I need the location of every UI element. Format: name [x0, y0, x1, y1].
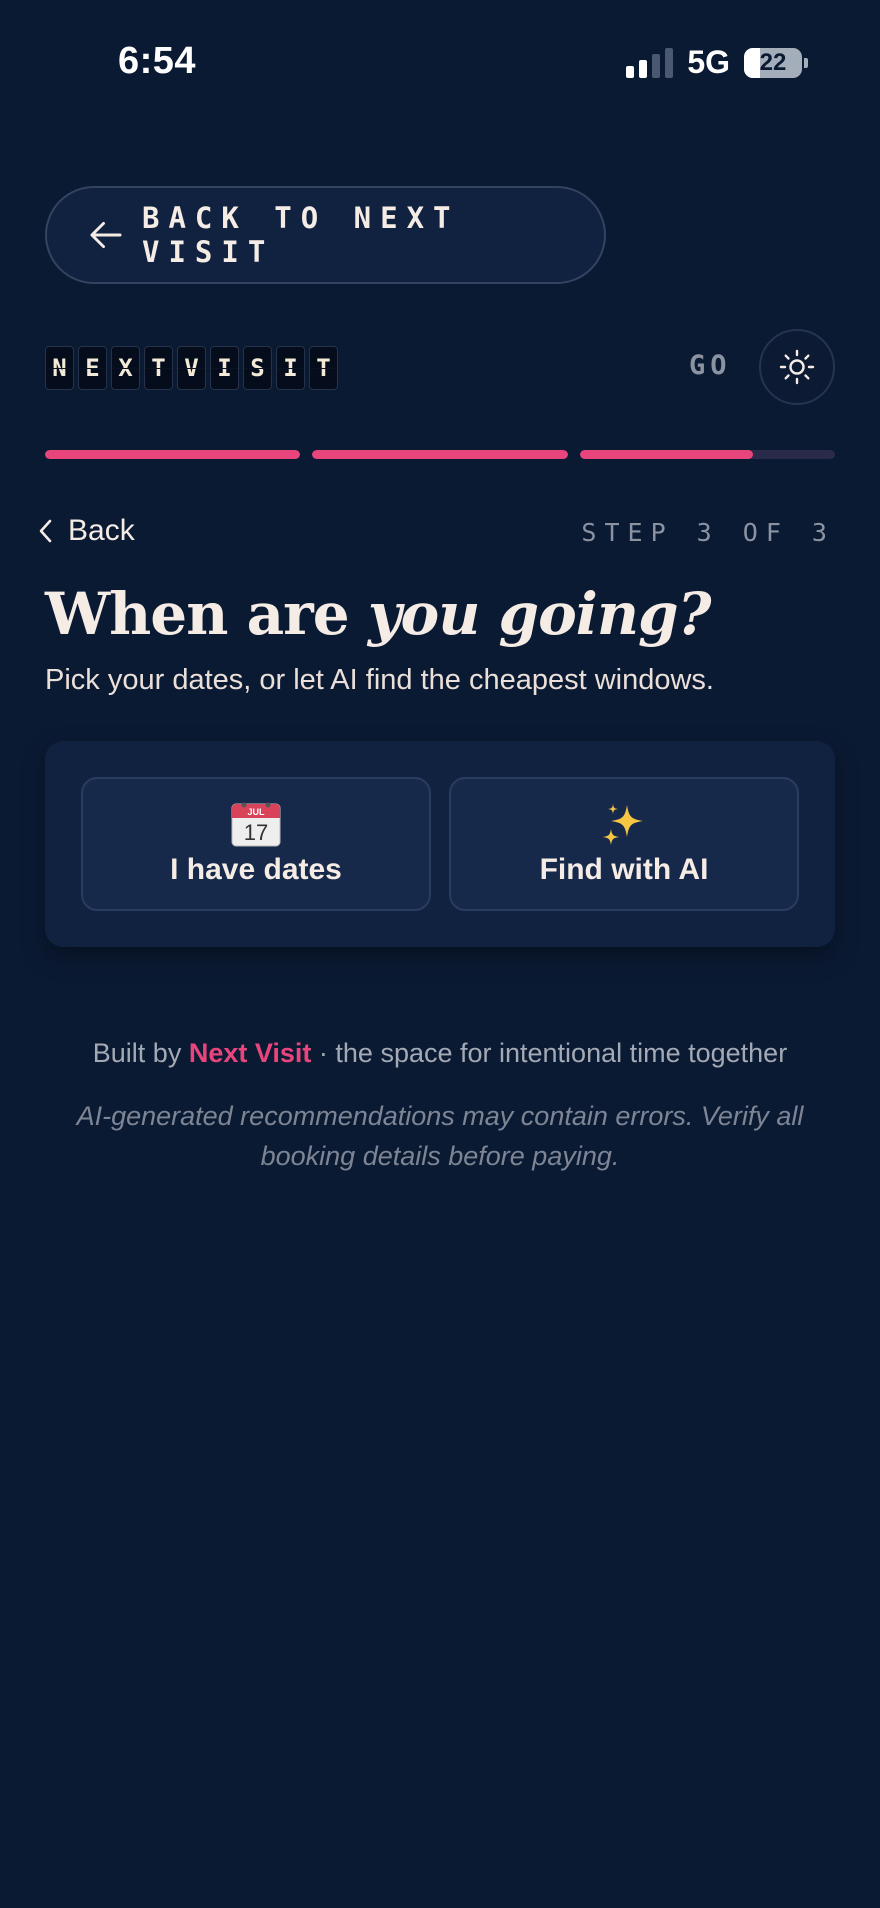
page-title: When are you going?	[45, 580, 712, 648]
progress-segment	[45, 450, 301, 459]
footer-credit: Built by Next Visit · the space for inte…	[0, 1038, 880, 1069]
logo-letter: I	[276, 346, 305, 390]
progress-bar	[45, 450, 835, 459]
logo-letter: N	[45, 346, 74, 390]
nextvisit-logo: N E X T V I S I T	[45, 346, 338, 390]
back-label: Back	[68, 514, 135, 547]
network-type: 5G	[687, 44, 730, 80]
date-options-card: JUL 17 I have dates Find with AI	[45, 741, 835, 947]
logo-letter: T	[144, 346, 173, 390]
find-with-ai-label: Find with AI	[539, 853, 709, 886]
logo-letter: S	[243, 346, 272, 390]
status-indicators: 5G 22	[626, 44, 808, 81]
step-indicator: STEP 3 OF 3	[581, 518, 835, 547]
progress-segment	[312, 450, 568, 459]
calendar-day: 17	[244, 820, 268, 845]
progress-segment	[579, 450, 835, 459]
footer-prefix: Built by	[92, 1038, 182, 1068]
logo-letter: I	[210, 346, 239, 390]
page-subtitle: Pick your dates, or let AI find the chea…	[45, 664, 714, 696]
find-with-ai-button[interactable]: Find with AI	[449, 777, 799, 911]
status-time: 6:54	[118, 40, 197, 82]
back-button[interactable]: Back	[38, 514, 135, 548]
i-have-dates-label: I have dates	[170, 853, 342, 886]
theme-toggle-button[interactable]	[759, 329, 835, 405]
logo-letter: T	[309, 346, 338, 390]
page-title-plain: When are	[45, 580, 350, 648]
footer-suffix: · the space for intentional time togethe…	[318, 1038, 788, 1068]
page-title-italic: you going?	[367, 580, 712, 648]
sparkles-icon	[603, 804, 643, 845]
screen: 6:54 5G 22 BACK TO NEXT VISIT N E X T V …	[0, 0, 880, 1908]
calendar-month: JUL	[247, 807, 265, 817]
signal-icon	[626, 47, 674, 78]
battery-level: 22	[759, 48, 787, 76]
i-have-dates-button[interactable]: JUL 17 I have dates	[81, 777, 431, 911]
footer-brand-link[interactable]: Next Visit	[189, 1038, 312, 1068]
logo-letter: X	[111, 346, 140, 390]
chevron-left-icon	[39, 519, 52, 543]
battery-icon: 22	[744, 47, 808, 78]
go-link[interactable]: GO	[689, 350, 732, 381]
logo-letter: V	[177, 346, 206, 390]
back-to-next-visit-button[interactable]: BACK TO NEXT VISIT	[45, 186, 606, 284]
sun-icon	[779, 349, 815, 385]
back-to-next-visit-label: BACK TO NEXT VISIT	[141, 201, 460, 269]
arrow-left-icon	[90, 221, 122, 249]
calendar-icon: JUL 17	[231, 802, 281, 847]
ai-disclaimer: AI-generated recommendations may contain…	[76, 1101, 804, 1171]
logo-letter: E	[78, 346, 107, 390]
